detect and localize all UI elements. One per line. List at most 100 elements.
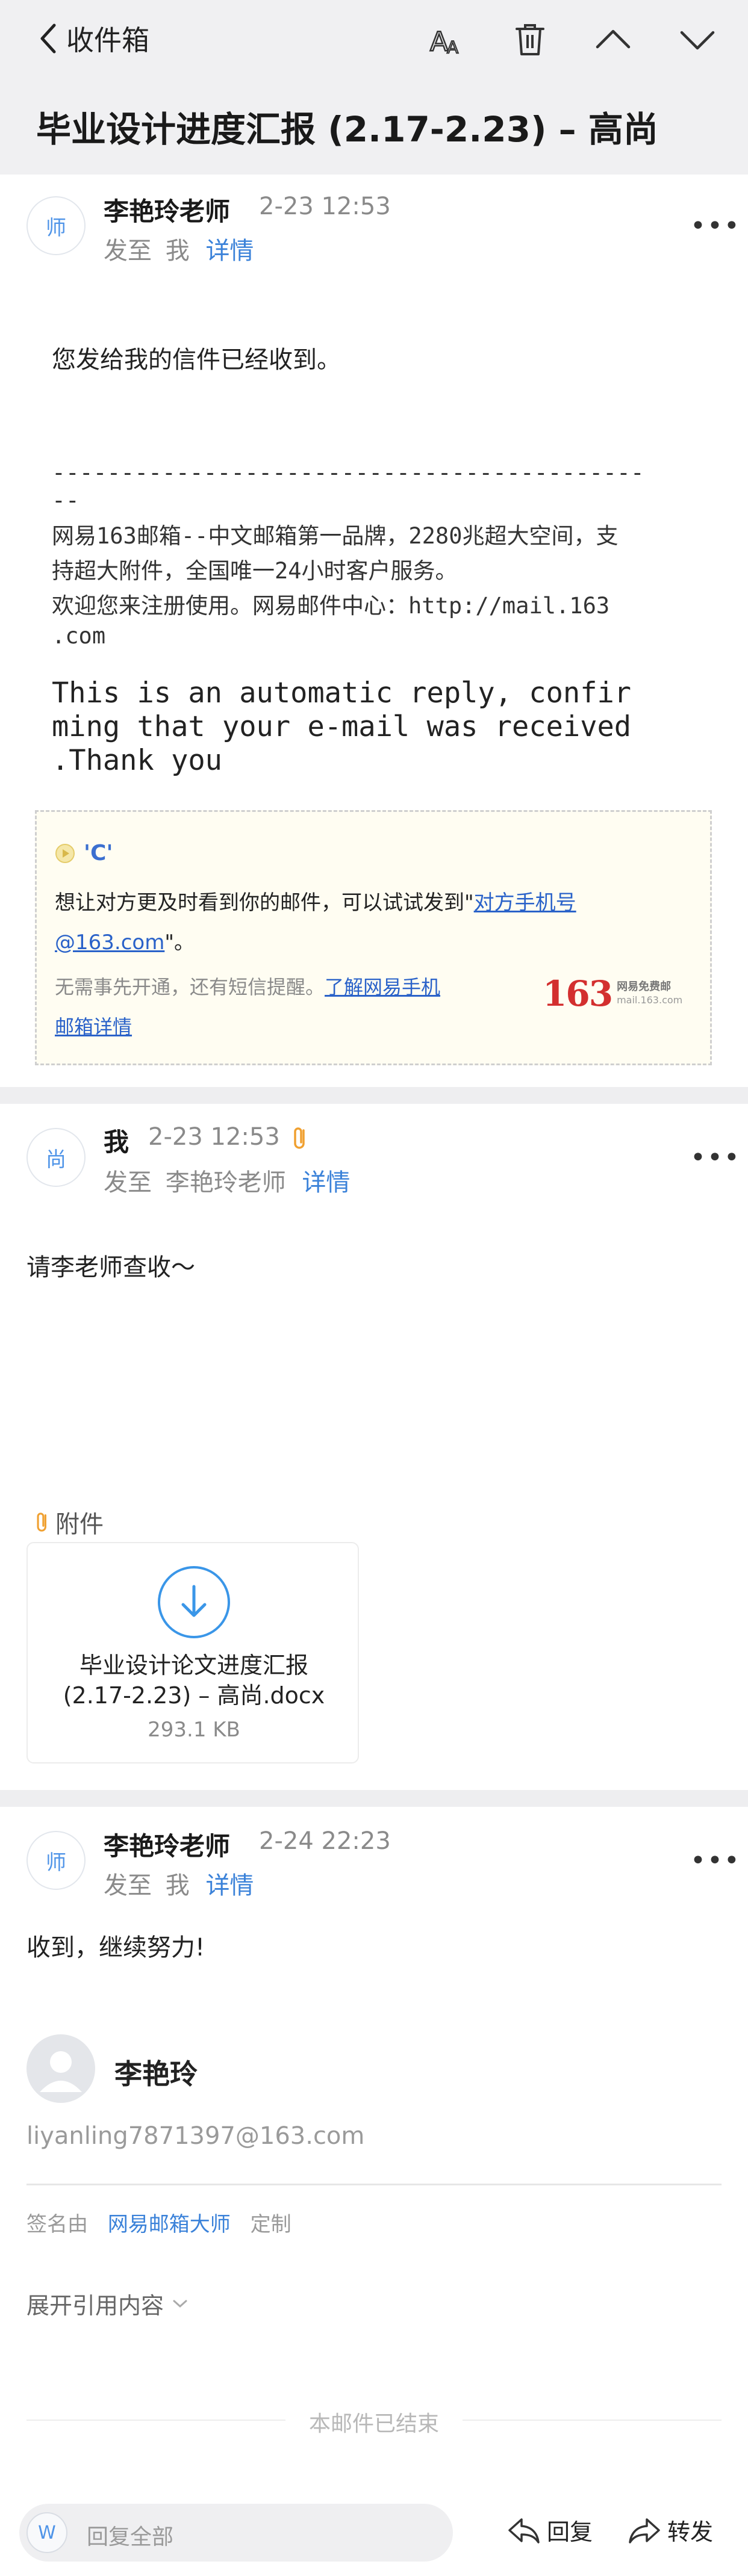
sender-name[interactable]: 我 bbox=[104, 1122, 129, 1159]
signature-divider bbox=[26, 2184, 722, 2185]
more-options-icon[interactable]: ••• bbox=[690, 211, 741, 241]
message-divider bbox=[0, 1790, 748, 1807]
chevron-down-icon[interactable] bbox=[678, 20, 717, 59]
notice-text: 想让对方更及时看到你的邮件，可以试试发到"对方手机号 @163.com"。 bbox=[55, 883, 693, 962]
notice-line2: "。 bbox=[164, 930, 195, 955]
footer-text: 网易163邮箱--中文邮箱第一品牌，2280兆超大空间，支 持超大附件，全国唯一… bbox=[52, 519, 618, 654]
message-body: 请李老师查收～ bbox=[26, 1254, 195, 1281]
message-time: 2-24 22:23 bbox=[259, 1827, 391, 1855]
user-avatar-icon: W bbox=[26, 2512, 67, 2553]
signature-custom: 定制 bbox=[250, 2212, 291, 2237]
avatar[interactable]: 尚 bbox=[26, 1128, 86, 1187]
auto-reply-text: This is an automatic reply, confir ming … bbox=[52, 677, 631, 778]
notice-domain-link[interactable]: @163.com bbox=[55, 930, 164, 955]
signature-name: 李艳玲 bbox=[114, 2058, 198, 2090]
avatar[interactable]: 师 bbox=[26, 1831, 86, 1890]
learn-more-link[interactable]: 了解网易手机 bbox=[325, 976, 440, 999]
footer-line: 持超大附件，全国唯一24小时客户服务。 bbox=[52, 558, 458, 584]
to-prefix: 发至 bbox=[104, 1872, 152, 1899]
163-logo: 163 网易免费邮 mail.163.com bbox=[543, 973, 682, 1014]
attachment-name: 毕业设计论文进度汇报 (2.17-2.23) – 高尚.docx bbox=[28, 1650, 360, 1711]
mobile-mail-notice: 'C' 想让对方更及时看到你的邮件，可以试试发到"对方手机号 @163.com"… bbox=[35, 810, 712, 1065]
forward-label: 转发 bbox=[667, 2519, 714, 2545]
rule-line: ----------------------------------------… bbox=[52, 459, 644, 486]
notice-phone-link[interactable]: 对方手机号 bbox=[474, 891, 576, 915]
trash-icon[interactable] bbox=[511, 20, 549, 59]
font-size-icon[interactable]: A A bbox=[426, 20, 465, 59]
footer-line: 网易163邮箱--中文邮箱第一品牌，2280兆超大空间，支 bbox=[52, 523, 619, 549]
notice-badge-text: 'C' bbox=[84, 841, 113, 865]
svg-text:A: A bbox=[447, 37, 458, 57]
details-link[interactable]: 详情 bbox=[302, 1169, 350, 1197]
auto-reply-line: This is an automatic reply, confir bbox=[52, 677, 632, 710]
attachments-header: 附件 bbox=[34, 1505, 104, 1540]
expand-quoted-button[interactable]: 展开引用内容 bbox=[26, 2287, 189, 2320]
sender-name[interactable]: 李艳玲老师 bbox=[104, 1826, 230, 1863]
attachment-clip-icon bbox=[37, 1512, 46, 1532]
download-icon[interactable] bbox=[158, 1566, 230, 1638]
message-time: 2-23 12:53 bbox=[259, 193, 391, 220]
recipient-line: 发至 我 详情 bbox=[104, 1866, 254, 1901]
reply-all-input[interactable]: W 回复全部 bbox=[19, 2504, 453, 2562]
signature-avatar bbox=[26, 2034, 95, 2103]
attachment-name-line: 毕业设计论文进度汇报 bbox=[79, 1652, 308, 1679]
recipient-name: 李艳玲老师 bbox=[165, 1169, 286, 1197]
more-options-icon[interactable]: ••• bbox=[690, 1845, 741, 1876]
footer-line: .com bbox=[52, 623, 106, 649]
details-link[interactable]: 详情 bbox=[205, 237, 254, 265]
more-options-icon[interactable]: ••• bbox=[690, 1142, 741, 1173]
footer-line: 欢迎您来注册使用。网易邮件中心：http://mail.163 bbox=[52, 593, 610, 619]
notice-badge: 'C' bbox=[55, 841, 113, 865]
auto-reply-line: .Thank you bbox=[52, 744, 222, 777]
attachment-clip-icon bbox=[294, 1127, 305, 1149]
sender-name[interactable]: 李艳玲老师 bbox=[104, 191, 230, 228]
to-prefix: 发至 bbox=[104, 1169, 152, 1197]
message-divider bbox=[0, 1087, 748, 1104]
attachment-card[interactable]: 毕业设计论文进度汇报 (2.17-2.23) – 高尚.docx 293.1 K… bbox=[26, 1542, 359, 1763]
details-link[interactable]: 详情 bbox=[205, 1872, 254, 1899]
message-body: 您发给我的信件已经收到。 bbox=[52, 346, 341, 374]
logo-number: 163 bbox=[543, 973, 613, 1014]
reply-button[interactable]: 回复 bbox=[507, 2513, 593, 2547]
auto-reply-line: ming that your e-mail was received bbox=[52, 710, 632, 743]
svg-text:A: A bbox=[430, 26, 448, 57]
recipient-line: 发至 我 详情 bbox=[104, 231, 254, 266]
mail-master-link[interactable]: 网易邮箱大师 bbox=[108, 2212, 231, 2237]
header-bar: 收件箱 A A 毕业设计进度汇报 (2.17-2.23) – 高尚 bbox=[0, 0, 748, 175]
forward-icon bbox=[629, 2518, 660, 2543]
recipient-line: 发至 李艳玲老师 详情 bbox=[104, 1163, 350, 1198]
logo-text: 网易免费邮 bbox=[617, 980, 672, 993]
attachment-name-line: (2.17-2.23) – 高尚.docx bbox=[63, 1682, 325, 1709]
chevron-left-icon bbox=[40, 23, 56, 54]
message-time: 2-23 12:53 bbox=[148, 1123, 280, 1151]
logo-domain: mail.163.com bbox=[617, 994, 683, 1006]
notice-line3: 无需事先开通，还有短信提醒。 bbox=[55, 976, 325, 999]
notice-more: 无需事先开通，还有短信提醒。了解网易手机 邮箱详情 bbox=[55, 967, 537, 1047]
bottom-action-bar: W 回复全部 回复 转发 bbox=[0, 2491, 748, 2576]
mail-subject: 毕业设计进度汇报 (2.17-2.23) – 高尚 bbox=[36, 109, 658, 150]
signature-credit: 签名由 网易邮箱大师 定制 bbox=[26, 2208, 291, 2237]
back-label: 收件箱 bbox=[66, 24, 149, 57]
end-divider-right bbox=[463, 2420, 722, 2421]
recipient-name: 我 bbox=[165, 237, 190, 265]
mail-details-link[interactable]: 邮箱详情 bbox=[55, 1015, 132, 1038]
end-of-mail-label: 本邮件已结束 bbox=[308, 2412, 439, 2436]
bulb-icon bbox=[55, 843, 75, 863]
expand-quoted-label: 展开引用内容 bbox=[26, 2293, 164, 2319]
to-prefix: 发至 bbox=[104, 237, 152, 265]
attachment-size: 293.1 KB bbox=[148, 1718, 240, 1742]
signature-prefix: 签名由 bbox=[26, 2212, 88, 2237]
reply-label: 回复 bbox=[547, 2519, 593, 2545]
reply-all-placeholder: 回复全部 bbox=[87, 2525, 174, 2550]
user-icon bbox=[40, 2051, 82, 2092]
reply-icon bbox=[508, 2518, 540, 2543]
back-button[interactable]: 收件箱 bbox=[39, 22, 149, 57]
chevron-up-icon[interactable] bbox=[594, 20, 632, 59]
recipient-name: 我 bbox=[165, 1872, 190, 1899]
signature-email[interactable]: liyanling7871397@163.com bbox=[26, 2122, 364, 2150]
avatar[interactable]: 师 bbox=[26, 196, 86, 255]
forward-button[interactable]: 转发 bbox=[628, 2513, 713, 2547]
attachments-label: 附件 bbox=[55, 1511, 104, 1538]
notice-line1: 想让对方更及时看到你的邮件，可以试试发到" bbox=[55, 891, 474, 915]
footer-rule: ----------------------------------------… bbox=[52, 459, 644, 514]
